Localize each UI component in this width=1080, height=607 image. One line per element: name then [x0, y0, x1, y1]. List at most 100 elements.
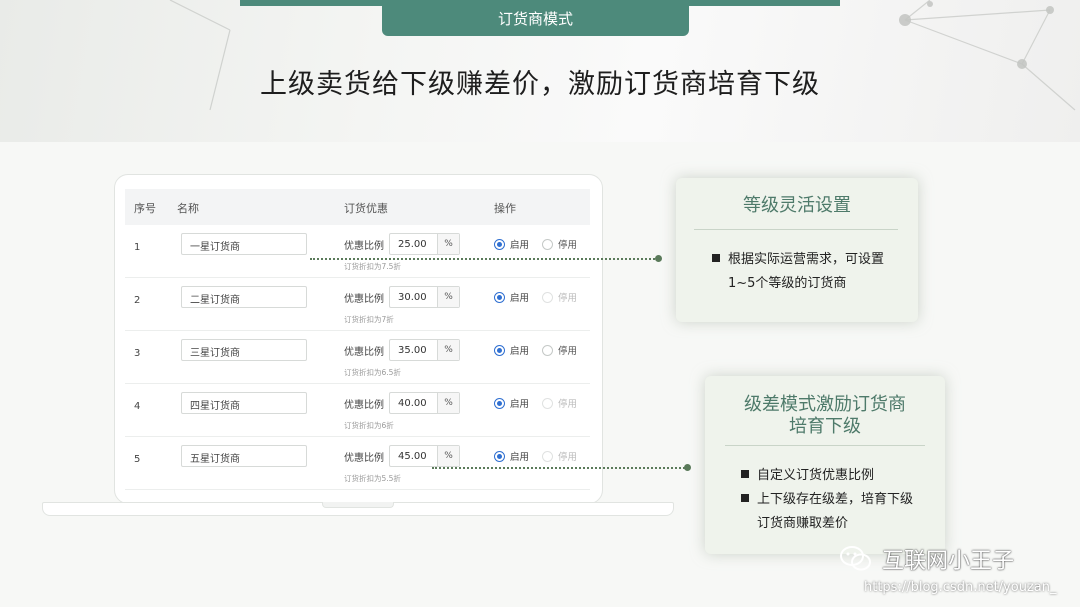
discount-input[interactable]: 40.00 % [389, 392, 460, 414]
radio-unchecked-icon [542, 238, 553, 250]
bullet-square-icon [741, 494, 749, 502]
level-name-input[interactable]: 五星订货商 [181, 445, 307, 467]
radio-disabled-icon [542, 397, 553, 409]
percent-unit: % [437, 446, 459, 466]
radio-checked-icon [494, 450, 505, 462]
col-header-discount: 订货优惠 [344, 202, 388, 215]
mode-tab: 订货商模式 [382, 0, 689, 36]
discount-input[interactable]: 25.00 % [389, 233, 460, 255]
connector-line-levels [310, 258, 658, 260]
card-bullet-continuation: 订货商赚取差价 [757, 516, 849, 531]
row-index: 3 [134, 348, 141, 359]
card-title-line2: 培育下级 [789, 416, 861, 437]
discount-label: 优惠比例 [344, 453, 384, 464]
enable-label: 启用 [510, 452, 530, 463]
row-index: 2 [134, 295, 141, 306]
bullet-text: 根据实际运营需求，可设置 [728, 252, 885, 267]
percent-unit: % [437, 234, 459, 254]
discount-value: 30.00 [398, 292, 427, 303]
discount-input[interactable]: 45.00 % [389, 445, 460, 467]
disable-radio[interactable]: 停用 [542, 449, 577, 463]
row-index: 1 [134, 242, 141, 253]
row-index: 5 [134, 454, 141, 465]
card-title-line1: 级差模式激励订货商 [744, 394, 906, 415]
radio-disabled-icon [542, 291, 553, 303]
table-row: 5 五星订货商 优惠比例 45.00 % 订货折扣为5.5折 启用 停用 [125, 437, 590, 490]
card-divider [725, 445, 925, 446]
card-bullet: 根据实际运营需求，可设置 [712, 248, 884, 272]
discount-label: 优惠比例 [344, 400, 384, 411]
discount-label: 优惠比例 [344, 241, 384, 252]
enable-label: 启用 [510, 346, 530, 357]
radio-disabled-icon [542, 450, 553, 462]
level-name-input[interactable]: 三星订货商 [181, 339, 307, 361]
enable-radio[interactable]: 启用 [494, 290, 529, 304]
bullet-square-icon [712, 254, 720, 262]
discount-hint: 订货折扣为7折 [344, 315, 394, 324]
level-name-input[interactable]: 一星订货商 [181, 233, 307, 255]
bullet-square-icon [741, 470, 749, 478]
level-name-input[interactable]: 二星订货商 [181, 286, 307, 308]
discount-input[interactable]: 30.00 % [389, 286, 460, 308]
radio-unchecked-icon [542, 344, 553, 356]
enable-radio[interactable]: 启用 [494, 237, 529, 251]
disable-radio[interactable]: 停用 [542, 343, 577, 357]
percent-unit: % [437, 393, 459, 413]
disable-label: 停用 [558, 399, 578, 410]
connector-dot-icon [655, 255, 662, 262]
enable-label: 启用 [510, 293, 530, 304]
disable-label: 停用 [558, 452, 578, 463]
enable-label: 启用 [510, 240, 530, 251]
card-bullet-continuation: 1~5个等级的订货商 [728, 276, 847, 291]
enable-radio[interactable]: 启用 [494, 396, 529, 410]
card-margin-mode: 级差模式激励订货商 培育下级 自定义订货优惠比例 上下级存在级差，培育下级 订货… [705, 376, 945, 554]
bullet-text: 上下级存在级差，培育下级 [757, 492, 914, 507]
radio-checked-icon [494, 397, 505, 409]
card-divider [694, 229, 898, 230]
disable-label: 停用 [558, 293, 578, 304]
percent-unit: % [437, 340, 459, 360]
percent-unit: % [437, 287, 459, 307]
discount-value: 25.00 [398, 239, 427, 250]
col-header-name: 名称 [177, 202, 199, 215]
table-row: 2 二星订货商 优惠比例 30.00 % 订货折扣为7折 启用 停用 [125, 278, 590, 331]
enable-radio[interactable]: 启用 [494, 343, 529, 357]
table-row: 1 一星订货商 优惠比例 25.00 % 订货折扣为7.5折 启用 停用 [125, 225, 590, 278]
discount-value: 40.00 [398, 398, 427, 409]
bullet-text: 自定义订货优惠比例 [757, 468, 875, 483]
level-name-input[interactable]: 四星订货商 [181, 392, 307, 414]
disable-radio[interactable]: 停用 [542, 237, 577, 251]
watermark-brand: 互联网小王子 [840, 543, 1014, 575]
mode-tab-label: 订货商模式 [497, 9, 573, 28]
level-table: 序号 名称 订货优惠 操作 1 一星订货商 优惠比例 25.00 % 订货折扣为… [125, 189, 590, 490]
card-title: 等级灵活设置 [743, 195, 851, 216]
watermark-brand-text: 互联网小王子 [882, 549, 1015, 574]
discount-label: 优惠比例 [344, 347, 384, 358]
discount-hint: 订货折扣为7.5折 [344, 262, 401, 271]
connector-line-margin [432, 467, 688, 469]
disable-label: 停用 [558, 240, 578, 251]
discount-hint: 订货折扣为6.5折 [344, 368, 401, 377]
card-flexible-levels: 等级灵活设置 根据实际运营需求，可设置 1~5个等级的订货商 [676, 178, 918, 322]
page-headline: 上级卖货给下级赚差价，激励订货商培育下级 [260, 69, 820, 100]
watermark-url: https://blog.csdn.net/youzan_ [864, 580, 1057, 595]
discount-hint: 订货折扣为5.5折 [344, 474, 401, 483]
disable-label: 停用 [558, 346, 578, 357]
disable-radio[interactable]: 停用 [542, 290, 577, 304]
discount-value: 35.00 [398, 345, 427, 356]
radio-checked-icon [494, 291, 505, 303]
enable-label: 启用 [510, 399, 530, 410]
connector-dot-icon [684, 464, 691, 471]
discount-hint: 订货折扣为6折 [344, 421, 394, 430]
col-header-index: 序号 [134, 202, 156, 215]
discount-value: 45.00 [398, 451, 427, 462]
table-row: 3 三星订货商 优惠比例 35.00 % 订货折扣为6.5折 启用 停用 [125, 331, 590, 384]
enable-radio[interactable]: 启用 [494, 449, 529, 463]
col-header-action: 操作 [494, 202, 516, 215]
wechat-icon [840, 546, 871, 571]
table-row: 4 四星订货商 优惠比例 40.00 % 订货折扣为6折 启用 停用 [125, 384, 590, 437]
discount-input[interactable]: 35.00 % [389, 339, 460, 361]
disable-radio[interactable]: 停用 [542, 396, 577, 410]
discount-label: 优惠比例 [344, 294, 384, 305]
row-index: 4 [134, 401, 141, 412]
